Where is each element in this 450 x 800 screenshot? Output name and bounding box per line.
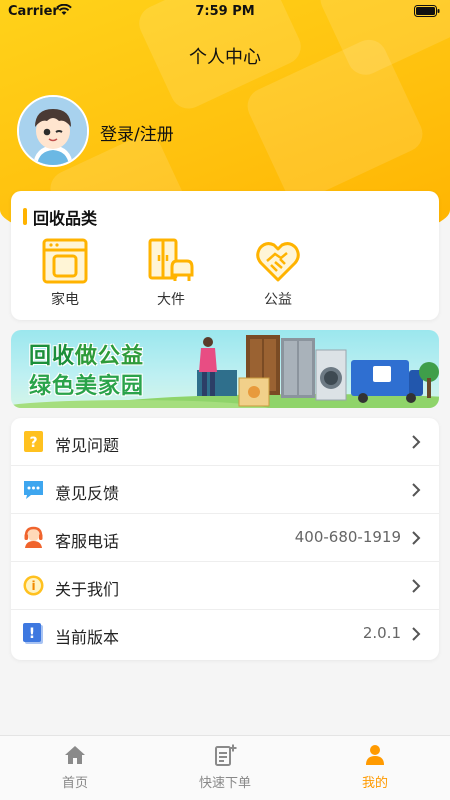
tab-label: 首页 — [61, 776, 88, 791]
faq-icon: ? — [24, 431, 43, 452]
banner-highlight: 回收 — [29, 344, 76, 369]
chevron-right-icon — [412, 579, 421, 593]
banner-line1-rest: 做公益 — [75, 344, 145, 369]
about-icon: i — [23, 575, 44, 596]
menu-item-faq[interactable]: ? 常见问题 — [11, 418, 439, 466]
banner-headline-2: 绿色美家园 — [29, 374, 145, 399]
menu-item-feedback[interactable]: 意见反馈 — [11, 466, 439, 514]
category-label: 大件 — [157, 292, 185, 308]
section-accent-bar — [23, 208, 27, 225]
category-furniture[interactable]: 大件 — [136, 237, 206, 309]
promo-banner[interactable]: 回收做公益 绿色美家园 — [11, 330, 439, 408]
customer-service-icon — [24, 526, 43, 548]
category-label: 公益 — [264, 292, 292, 308]
menu-label: 当前版本 — [55, 628, 120, 647]
menu-item-customer-service[interactable]: 客服电话 400-680-1919 — [11, 514, 439, 562]
menu-label: 意见反馈 — [55, 484, 120, 503]
avatar[interactable] — [17, 95, 89, 167]
section-title: 回收品类 — [33, 209, 98, 228]
menu-item-version[interactable]: ! 当前版本 2.0.1 — [11, 610, 439, 658]
profile-icon — [366, 745, 384, 765]
tab-home[interactable]: 首页 — [25, 744, 125, 791]
phone-number: 400-680-1919 — [294, 528, 401, 546]
category-charity[interactable]: 公益 — [243, 237, 313, 309]
login-register-link[interactable]: 登录/注册 — [100, 120, 174, 145]
chevron-right-icon — [412, 627, 421, 641]
banner-headline-1: 回收做公益 — [29, 338, 144, 370]
menu-list: ? 常见问题 意见反馈 客服电话 400-680-1919 i 关于我们 ! 当… — [11, 418, 439, 660]
tab-quick-order[interactable]: 快速下单 — [175, 744, 275, 791]
menu-label: 客服电话 — [55, 532, 120, 551]
clock-label: 7:59 PM — [195, 4, 255, 19]
battery-icon — [414, 5, 440, 17]
charity-heart-icon — [256, 242, 300, 282]
chevron-right-icon — [412, 435, 421, 449]
category-appliance[interactable]: 家电 — [30, 237, 100, 309]
svg-text:?: ? — [29, 435, 37, 451]
tab-profile[interactable]: 我的 — [325, 744, 425, 791]
version-icon: ! — [23, 623, 43, 644]
home-icon — [65, 746, 85, 764]
chevron-right-icon — [412, 483, 421, 497]
menu-label: 常见问题 — [55, 436, 120, 455]
quick-order-icon — [215, 744, 237, 766]
tab-label: 我的 — [361, 776, 388, 791]
page-title: 个人中心 — [189, 47, 261, 68]
avatar-image — [19, 97, 87, 165]
recycle-category-card: 回收品类 家电 大件 公益 — [11, 191, 439, 320]
status-bar: Carrier 7:59 PM — [0, 0, 450, 24]
menu-label: 关于我们 — [55, 580, 120, 599]
tab-label: 快速下单 — [198, 776, 251, 791]
menu-item-about[interactable]: i 关于我们 — [11, 562, 439, 610]
furniture-icon — [148, 238, 194, 281]
bottom-tab-bar: 首页 快速下单 我的 — [0, 735, 450, 800]
feedback-icon — [24, 481, 43, 499]
chevron-right-icon — [412, 531, 421, 545]
category-label: 家电 — [51, 292, 79, 308]
version-number: 2.0.1 — [362, 624, 401, 642]
appliance-icon — [42, 238, 88, 284]
svg-text:i: i — [31, 579, 35, 593]
svg-text:!: ! — [29, 626, 35, 642]
